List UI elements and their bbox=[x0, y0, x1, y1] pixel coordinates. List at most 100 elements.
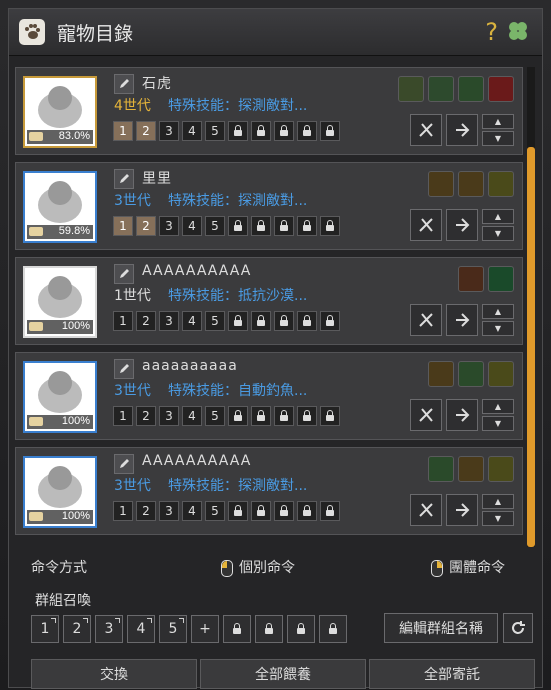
pet-card[interactable]: 100% AAAAAAAAAA 1世代 特殊技能：抵抗沙漠... 12345 ▲… bbox=[15, 257, 523, 345]
skill-icon[interactable] bbox=[428, 361, 454, 387]
skill-icon[interactable] bbox=[488, 266, 514, 292]
skill-icon[interactable] bbox=[458, 76, 484, 102]
rename-pencil-icon[interactable] bbox=[114, 359, 134, 379]
slot-2[interactable]: 2 bbox=[136, 501, 156, 521]
move-up-button[interactable]: ▲ bbox=[482, 494, 514, 509]
skill-icon[interactable] bbox=[458, 171, 484, 197]
skill-icon[interactable] bbox=[428, 171, 454, 197]
move-down-button[interactable]: ▼ bbox=[482, 416, 514, 431]
move-up-button[interactable]: ▲ bbox=[482, 114, 514, 129]
pet-action-icon[interactable] bbox=[410, 494, 442, 526]
slot-5[interactable]: 5 bbox=[205, 501, 225, 521]
slot-1[interactable]: 1 bbox=[113, 311, 133, 331]
slot-1[interactable]: 1 bbox=[113, 501, 133, 521]
group-summon-button-2[interactable]: 2 bbox=[63, 615, 91, 643]
pet-action-icon[interactable] bbox=[410, 209, 442, 241]
skill-icon[interactable] bbox=[398, 76, 424, 102]
pet-portrait[interactable]: 100% bbox=[23, 456, 97, 528]
move-down-button[interactable]: ▼ bbox=[482, 131, 514, 146]
individual-command[interactable]: 個別命令 bbox=[221, 557, 295, 577]
feed-all-button[interactable]: 全部餵養 bbox=[200, 659, 366, 689]
pet-portrait[interactable]: 59.8% bbox=[23, 171, 97, 243]
slot-5[interactable]: 5 bbox=[205, 406, 225, 426]
slot-5[interactable]: 5 bbox=[205, 311, 225, 331]
refresh-button[interactable] bbox=[503, 613, 533, 643]
slot-1[interactable]: 1 bbox=[113, 406, 133, 426]
slot-3[interactable]: 3 bbox=[159, 501, 179, 521]
clover-icon[interactable] bbox=[506, 19, 530, 43]
skill-icon[interactable] bbox=[458, 456, 484, 482]
pet-portrait[interactable]: 100% bbox=[23, 361, 97, 433]
slot-5[interactable]: 5 bbox=[205, 121, 225, 141]
pet-card[interactable]: 100% AAAAAAAAAA 3世代 特殊技能：探測敵對... 12345 ▲… bbox=[15, 447, 523, 535]
skill-icon[interactable] bbox=[488, 171, 514, 197]
slot-3[interactable]: 3 bbox=[159, 311, 179, 331]
slot-4[interactable]: 4 bbox=[182, 216, 202, 236]
group-summon-button-4[interactable]: 4 bbox=[127, 615, 155, 643]
slot-4[interactable]: 4 bbox=[182, 406, 202, 426]
slot-3[interactable]: 3 bbox=[159, 406, 179, 426]
group-summon-button-1[interactable]: 1 bbox=[31, 615, 59, 643]
skill-icon[interactable] bbox=[458, 361, 484, 387]
skill-icon[interactable] bbox=[428, 76, 454, 102]
rename-pencil-icon[interactable] bbox=[114, 169, 134, 189]
pet-command-icon[interactable] bbox=[446, 209, 478, 241]
move-up-button[interactable]: ▲ bbox=[482, 304, 514, 319]
slot-4[interactable]: 4 bbox=[182, 311, 202, 331]
title-bar[interactable]: 寵物目錄 ? bbox=[9, 9, 542, 56]
slot-1[interactable]: 1 bbox=[113, 121, 133, 141]
rename-pencil-icon[interactable] bbox=[114, 264, 134, 284]
skill-icon[interactable] bbox=[428, 456, 454, 482]
move-down-button[interactable]: ▼ bbox=[482, 321, 514, 336]
slot-3[interactable]: 3 bbox=[159, 121, 179, 141]
pet-list-window: 寵物目錄 ? 83.0% 石虎 4世代 特殊技能：探測敵對... 12345 ▲… bbox=[8, 8, 543, 689]
pet-command-icon[interactable] bbox=[446, 399, 478, 431]
slot-4[interactable]: 4 bbox=[182, 501, 202, 521]
skill-icon[interactable] bbox=[488, 456, 514, 482]
reorder-buttons: ▲ ▼ bbox=[482, 304, 514, 336]
move-up-button[interactable]: ▲ bbox=[482, 399, 514, 414]
skill-icon[interactable] bbox=[488, 361, 514, 387]
rename-pencil-icon[interactable] bbox=[114, 74, 134, 94]
pet-command-icon[interactable] bbox=[446, 114, 478, 146]
lock-icon bbox=[257, 220, 265, 231]
slot-1[interactable]: 1 bbox=[113, 216, 133, 236]
move-up-button[interactable]: ▲ bbox=[482, 209, 514, 224]
pet-portrait[interactable]: 83.0% bbox=[23, 76, 97, 148]
pet-action-icon[interactable] bbox=[410, 399, 442, 431]
pet-action-icon[interactable] bbox=[410, 304, 442, 336]
store-all-button[interactable]: 全部寄託 bbox=[369, 659, 535, 689]
group-summon-button-3[interactable]: 3 bbox=[95, 615, 123, 643]
group-command[interactable]: 團體命令 bbox=[431, 557, 505, 577]
edit-group-name-button[interactable]: 編輯群組名稱 bbox=[384, 613, 498, 643]
group-number: 4 bbox=[136, 621, 146, 637]
scrollbar[interactable] bbox=[527, 67, 535, 547]
slot-5[interactable]: 5 bbox=[205, 216, 225, 236]
group-summon-button-5[interactable]: 5 bbox=[159, 615, 187, 643]
slot-2[interactable]: 2 bbox=[136, 311, 156, 331]
slot-4[interactable]: 4 bbox=[182, 121, 202, 141]
move-down-button[interactable]: ▼ bbox=[482, 511, 514, 526]
skill-icon[interactable] bbox=[458, 266, 484, 292]
slot-2[interactable]: 2 bbox=[136, 121, 156, 141]
locked-slot bbox=[297, 501, 317, 521]
pet-portrait[interactable]: 100% bbox=[23, 266, 97, 338]
move-down-button[interactable]: ▼ bbox=[482, 226, 514, 241]
pet-command-icon[interactable] bbox=[446, 304, 478, 336]
pet-action-icon[interactable] bbox=[410, 114, 442, 146]
slot-3[interactable]: 3 bbox=[159, 216, 179, 236]
pet-card[interactable]: 100% aaaaaaaaaa 3世代 特殊技能：自動釣魚... 12345 ▲… bbox=[15, 352, 523, 440]
rename-pencil-icon[interactable] bbox=[114, 454, 134, 474]
skill-icon[interactable] bbox=[488, 76, 514, 102]
pet-image bbox=[38, 466, 82, 508]
scrollbar-thumb[interactable] bbox=[527, 147, 535, 547]
slot-2[interactable]: 2 bbox=[136, 216, 156, 236]
exchange-button[interactable]: 交換 bbox=[31, 659, 197, 689]
pet-card[interactable]: 59.8% 里里 3世代 特殊技能：探測敵對... 12345 ▲ ▼ bbox=[15, 162, 523, 250]
pet-card[interactable]: 83.0% 石虎 4世代 特殊技能：探測敵對... 12345 ▲ ▼ bbox=[15, 67, 523, 155]
help-icon[interactable]: ? bbox=[485, 18, 498, 46]
add-group-button[interactable]: + bbox=[191, 615, 219, 643]
pet-command-icon[interactable] bbox=[446, 494, 478, 526]
corner-icon bbox=[147, 618, 152, 623]
slot-2[interactable]: 2 bbox=[136, 406, 156, 426]
